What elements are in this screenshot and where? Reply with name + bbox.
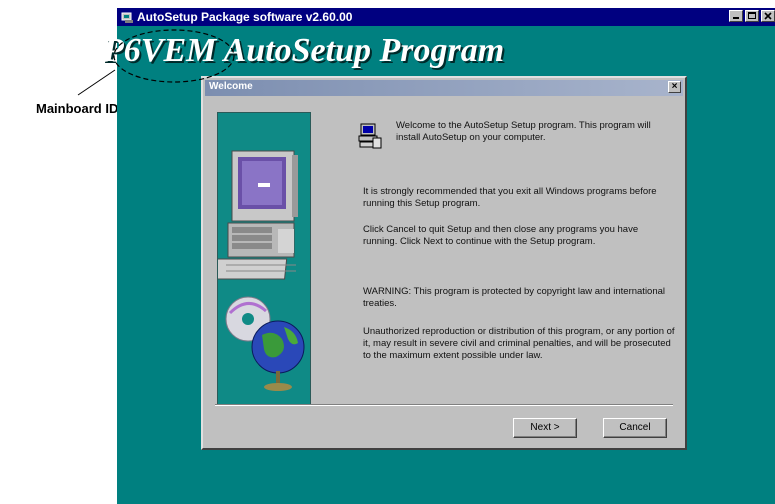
mainboard-model: P6VEM bbox=[103, 32, 217, 69]
close-icon bbox=[764, 12, 772, 20]
unauthorized-text: Unauthorized reproduction or distributio… bbox=[363, 326, 675, 361]
setup-computer-icon bbox=[358, 123, 382, 149]
setup-app-icon bbox=[121, 12, 133, 23]
maximize-button[interactable] bbox=[745, 10, 759, 22]
welcome-text: Welcome to the AutoSetup Setup program. … bbox=[396, 120, 651, 143]
globe-cd-illustration bbox=[225, 296, 305, 391]
minimize-icon bbox=[733, 17, 739, 19]
recommend-text: It is strongly recommended that you exit… bbox=[363, 186, 657, 209]
next-button[interactable]: Next > bbox=[513, 418, 577, 438]
cancel-info-text: Click Cancel to quit Setup and then clos… bbox=[363, 224, 639, 247]
welcome-dialog: Welcome × Welcome to the AutoSetup Setup… bbox=[201, 76, 687, 450]
dialog-close-button[interactable]: × bbox=[668, 81, 681, 93]
app-title: AutoSetup Package software v2.60.00 bbox=[137, 10, 353, 24]
mainboard-id-label: Mainboard ID bbox=[36, 101, 119, 116]
program-heading-text: AutoSetup Program bbox=[223, 32, 505, 69]
autosetup-window: AutoSetup Package software v2.60.00 P6VE… bbox=[103, 8, 775, 504]
setup-banner-art bbox=[204, 112, 311, 406]
dialog-title: Welcome bbox=[209, 81, 253, 92]
minimize-button[interactable] bbox=[729, 10, 743, 22]
maximize-icon bbox=[748, 12, 756, 19]
warning-text: WARNING: This program is protected by co… bbox=[363, 286, 666, 309]
dialog-titlebar[interactable]: Welcome × bbox=[205, 80, 683, 96]
program-heading: P6VEM AutoSetup Program bbox=[103, 32, 775, 70]
cancel-button[interactable]: Cancel bbox=[603, 418, 667, 438]
close-button[interactable] bbox=[761, 10, 775, 22]
dialog-separator bbox=[215, 404, 673, 406]
mainboard-id-leader-line bbox=[77, 69, 116, 96]
app-titlebar[interactable]: AutoSetup Package software v2.60.00 bbox=[117, 8, 775, 26]
